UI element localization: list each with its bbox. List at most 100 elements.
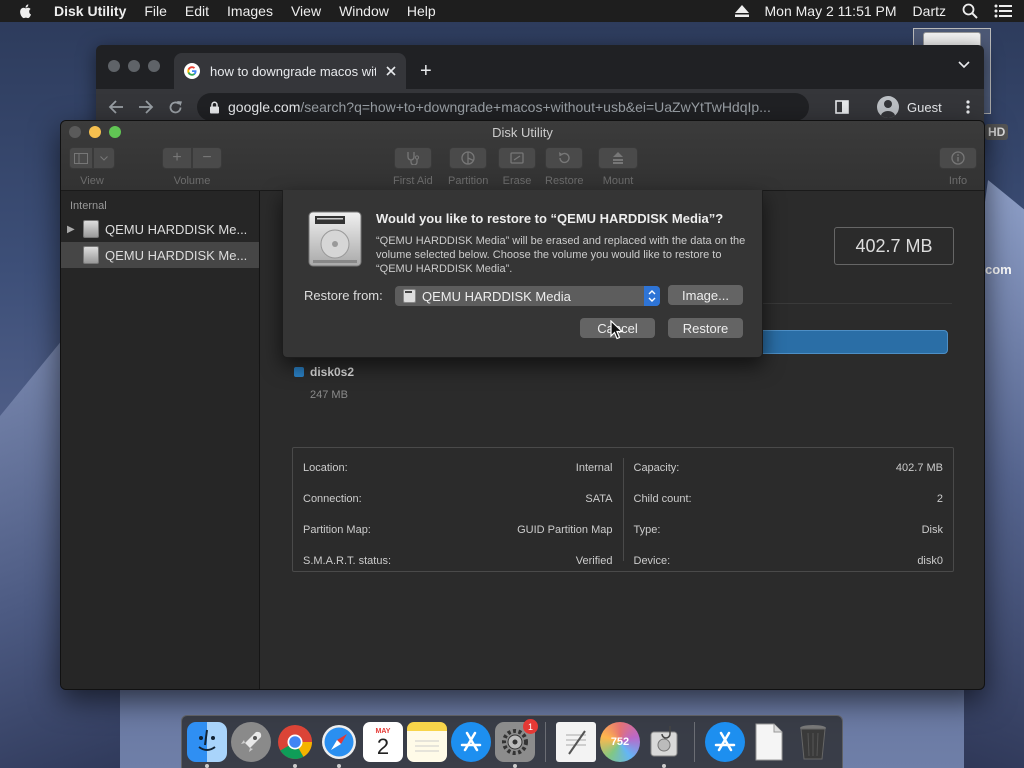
usage-legend: disk0s2 247 MB [294, 363, 354, 401]
menu-bar: Disk Utility File Edit Images View Windo… [0, 0, 1024, 22]
dock-app-store[interactable] [451, 722, 491, 762]
menu-images[interactable]: Images [227, 3, 273, 19]
menu-file[interactable]: File [144, 3, 167, 19]
dock-disk-utility[interactable] [644, 722, 684, 768]
dock-launchpad[interactable] [231, 722, 271, 762]
side-panel-icon[interactable] [835, 100, 849, 114]
info-button[interactable] [939, 147, 977, 169]
menu-window[interactable]: Window [339, 3, 389, 19]
notification-badge: 1 [523, 719, 538, 734]
info-value: GUID Partition Map [517, 523, 613, 536]
sidebar-item-selected-disk[interactable]: QEMU HARDDISK Me... [61, 242, 259, 268]
dock-separator [545, 722, 546, 762]
disclosure-triangle-icon[interactable]: ▶ [67, 224, 77, 235]
dock-chrome[interactable] [275, 722, 315, 768]
restore-label: Restore [545, 175, 584, 187]
tab-search-chevron-icon[interactable] [958, 61, 970, 69]
menu-edit[interactable]: Edit [185, 3, 209, 19]
mount-label: Mount [602, 175, 634, 187]
trash-icon [793, 722, 833, 762]
partition-button[interactable] [449, 147, 488, 169]
erase-button[interactable] [498, 147, 536, 169]
url-host: google.com [228, 99, 301, 115]
notification-center-icon[interactable] [994, 4, 1012, 18]
info-value: 2 [936, 492, 943, 505]
notes-icon [407, 722, 447, 762]
info-value: Internal [575, 461, 613, 474]
more-menu-icon[interactable] [966, 100, 970, 114]
info-value: Verified [575, 554, 613, 567]
zoom-window-button[interactable] [148, 60, 160, 72]
profile-name: Guest [907, 99, 942, 115]
restore-arrow-icon [559, 152, 570, 164]
menubar-user[interactable]: Dartz [913, 3, 946, 19]
address-bar[interactable]: google.com/search?q=how+to+downgrade+mac… [197, 93, 809, 121]
capacity-display: 402.7 MB [834, 227, 954, 265]
dock-circle-app[interactable]: 752 [600, 722, 640, 762]
mount-button[interactable] [598, 147, 638, 169]
restore-button[interactable]: Restore [668, 318, 743, 338]
dock-calendar[interactable]: MAY 2 [363, 722, 403, 762]
info-column-left: Location: Internal Connection: SATA Partit… [293, 448, 623, 571]
textedit-icon [556, 722, 596, 762]
google-favicon-icon [184, 63, 200, 79]
restore-from-label: Restore from: [304, 288, 383, 303]
circle-app-number: 752 [610, 736, 630, 748]
menubar-clock[interactable]: Mon May 2 11:51 PM [765, 3, 897, 19]
back-arrow-icon[interactable] [108, 100, 124, 114]
info-label: Location: [303, 461, 348, 474]
hard-drive-icon [308, 211, 362, 267]
info-row-type: Type: Disk [634, 514, 944, 545]
profile-button[interactable]: Guest [877, 96, 942, 118]
browser-tab[interactable]: how to downgrade macos with [174, 53, 406, 89]
sidebar-toggle-button[interactable] [69, 147, 93, 169]
volume-label: Volume [173, 175, 211, 187]
dock-downloads[interactable] [705, 722, 745, 762]
spotlight-search-icon[interactable] [962, 3, 978, 19]
menu-view[interactable]: View [291, 3, 321, 19]
disk-utility-toolbar: Disk Utility View + − Volume First Aid P… [61, 121, 984, 191]
dock-safari[interactable] [319, 722, 359, 768]
sidebar-item-disk[interactable]: ▶ QEMU HARDDISK Me... [61, 216, 259, 242]
erase-icon [510, 152, 524, 164]
close-window-button[interactable] [108, 60, 120, 72]
remove-volume-button[interactable]: − [192, 147, 222, 169]
dock-finder[interactable] [187, 722, 227, 768]
info-label: Info [948, 175, 968, 187]
restore-toolbar-button[interactable] [545, 147, 584, 169]
first-aid-button[interactable] [393, 147, 432, 169]
image-button[interactable]: Image... [668, 285, 743, 305]
chrome-traffic-lights [108, 60, 160, 72]
menu-help[interactable]: Help [407, 3, 436, 19]
window-title: Disk Utility [492, 125, 553, 140]
running-indicator [337, 764, 341, 768]
mount-toolbar-group: Mount [598, 147, 638, 187]
info-label: Type: [633, 523, 661, 536]
view-menu-button[interactable] [93, 147, 115, 169]
eject-icon[interactable] [734, 5, 749, 17]
apple-icon[interactable] [18, 3, 34, 19]
new-tab-button[interactable]: + [420, 60, 432, 83]
disk-info-table: Location: Internal Connection: SATA Partit… [292, 447, 954, 572]
dock-document[interactable] [749, 722, 789, 762]
forward-arrow-icon[interactable] [138, 100, 154, 114]
add-volume-button[interactable]: + [162, 147, 192, 169]
dock-textedit[interactable] [556, 722, 596, 762]
dock-notes[interactable] [407, 722, 447, 762]
sidebar: Internal ▶ QEMU HARDDISK Me... QEMU HARD… [61, 191, 260, 689]
partition-icon [461, 151, 475, 165]
menu-app-name[interactable]: Disk Utility [54, 3, 126, 19]
view-label: View [80, 175, 104, 187]
launchpad-rocket-icon [231, 722, 271, 762]
info-value: Disk [921, 523, 943, 536]
app-circle-icon: 752 [600, 722, 640, 762]
dock-trash[interactable] [793, 722, 833, 762]
minimize-window-button[interactable] [128, 60, 140, 72]
reload-icon[interactable] [168, 100, 183, 115]
first-aid-toolbar-group: First Aid [393, 147, 433, 187]
info-column-right: Capacity: 402.7 MB Child count: 2 Type: Dis… [622, 458, 954, 567]
restore-from-popup[interactable]: QEMU HARDDISK Media [395, 286, 660, 306]
close-tab-icon[interactable] [386, 66, 396, 76]
running-indicator [662, 764, 666, 768]
dock-system-preferences[interactable]: 1 [495, 719, 538, 768]
